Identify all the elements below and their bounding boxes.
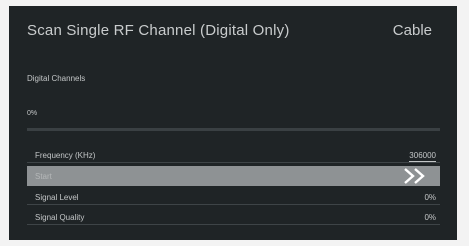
- double-chevron-right-icon: [404, 168, 425, 184]
- frequency-input[interactable]: 306000: [409, 151, 436, 162]
- frequency-label: Frequency (KHz): [35, 151, 96, 160]
- digital-channels-progress-text: 0%: [27, 110, 38, 117]
- signal-level-row: Signal Level 0%: [27, 189, 440, 205]
- start-label: Start: [35, 172, 52, 181]
- frequency-row[interactable]: Frequency (KHz) 306000: [27, 147, 440, 163]
- signal-quality-value: 0%: [424, 213, 436, 222]
- start-scan-button[interactable]: Start: [27, 166, 440, 186]
- signal-quality-label: Signal Quality: [35, 213, 85, 222]
- scan-rf-channel-screen: Scan Single RF Channel (Digital Only) Ca…: [9, 6, 457, 240]
- signal-quality-row: Signal Quality 0%: [27, 209, 440, 225]
- signal-level-label: Signal Level: [35, 193, 79, 202]
- digital-channels-progress-bar: [27, 128, 440, 131]
- input-source-label: Cable: [392, 22, 432, 39]
- page-title: Scan Single RF Channel (Digital Only): [27, 22, 290, 39]
- digital-channels-label: Digital Channels: [27, 74, 86, 83]
- signal-level-value: 0%: [424, 193, 436, 202]
